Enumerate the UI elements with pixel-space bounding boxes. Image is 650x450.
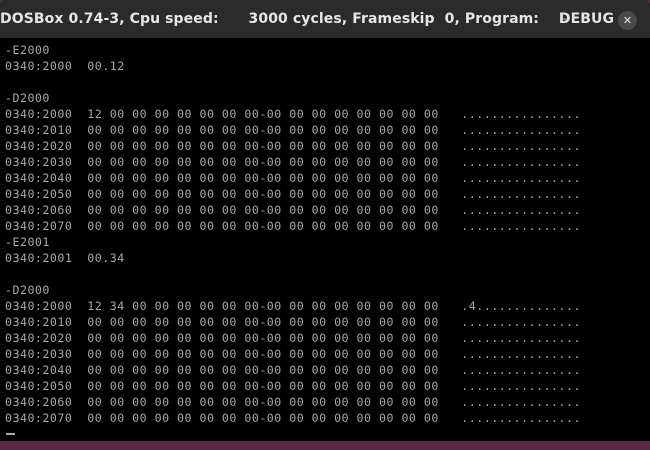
terminal-line: -D2000 — [5, 283, 50, 297]
terminal-line: 0340:2020 00 00 00 00 00 00 00 00-00 00 … — [5, 139, 581, 153]
terminal-line: -E2000 — [5, 43, 50, 57]
terminal-line: 0340:2050 00 00 00 00 00 00 00 00-00 00 … — [5, 379, 581, 393]
terminal-output: -E2000 0340:2000 00.12 -D2000 0340:2000 12 … — [5, 42, 581, 426]
minimize-icon[interactable]: – — [556, 10, 574, 28]
terminal-line: 0340:2030 00 00 00 00 00 00 00 00-00 00 … — [5, 155, 581, 169]
close-icon[interactable]: ✕ — [618, 11, 637, 30]
terminal-line: -E2001 — [5, 235, 50, 249]
terminal-line: 0340:2001 00.34 — [5, 251, 125, 265]
terminal-line: 0340:2000 12 00 00 00 00 00 00 00-00 00 … — [5, 107, 581, 121]
terminal-line: 0340:2060 00 00 00 00 00 00 00 00-00 00 … — [5, 395, 581, 409]
terminal-line: 0340:2030 00 00 00 00 00 00 00 00-00 00 … — [5, 347, 581, 361]
window-title: DOSBox 0.74-3, Cpu speed: 3000 cycles, F… — [0, 11, 615, 27]
terminal-line: 0340:2060 00 00 00 00 00 00 00 00-00 00 … — [5, 203, 581, 217]
terminal-line: 0340:2020 00 00 00 00 00 00 00 00-00 00 … — [5, 331, 581, 345]
terminal-line: 0340:2000 00.12 — [5, 59, 125, 73]
terminal-line: 0340:2070 00 00 00 00 00 00 00 00-00 00 … — [5, 219, 581, 233]
terminal-line: 0340:2010 00 00 00 00 00 00 00 00-00 00 … — [5, 123, 581, 137]
text-cursor — [6, 433, 15, 435]
terminal-line: 0340:2000 12 34 00 00 00 00 00 00-00 00 … — [5, 299, 581, 313]
terminal-line: 0340:2050 00 00 00 00 00 00 00 00-00 00 … — [5, 187, 581, 201]
terminal-line: 0340:2040 00 00 00 00 00 00 00 00-00 00 … — [5, 363, 581, 377]
dosbox-window: DOSBox 0.74-3, Cpu speed: 3000 cycles, F… — [0, 0, 650, 441]
title-bar[interactable]: DOSBox 0.74-3, Cpu speed: 3000 cycles, F… — [0, 0, 650, 38]
terminal-line: 0340:2010 00 00 00 00 00 00 00 00-00 00 … — [5, 315, 581, 329]
dos-screen[interactable]: -E2000 0340:2000 00.12 -D2000 0340:2000 12 … — [0, 38, 650, 441]
terminal-line: 0340:2040 00 00 00 00 00 00 00 00-00 00 … — [5, 171, 581, 185]
terminal-line: -D2000 — [5, 91, 50, 105]
terminal-line: 0340:2070 00 00 00 00 00 00 00 00-00 00 … — [5, 411, 581, 425]
